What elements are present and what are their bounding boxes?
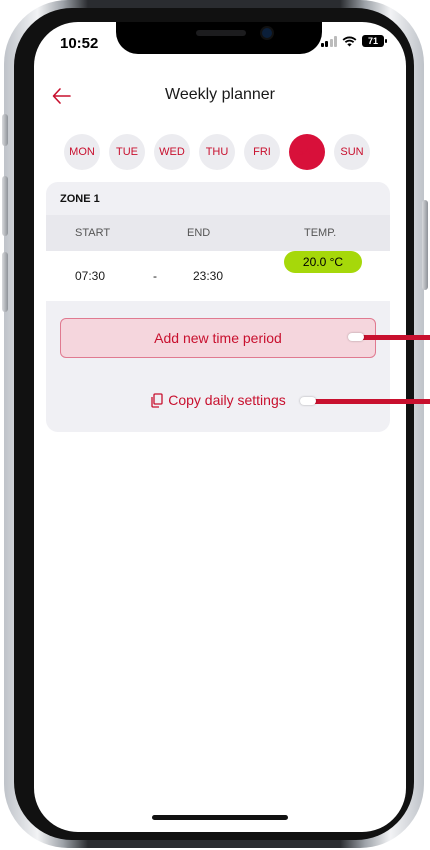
day-fri-button[interactable]: FRI bbox=[244, 134, 280, 170]
page-title: Weekly planner bbox=[165, 86, 275, 103]
add-time-period-label: Add new time period bbox=[154, 330, 282, 346]
column-start: START bbox=[75, 227, 111, 239]
period-start: 07:30 bbox=[75, 269, 106, 283]
camera bbox=[262, 28, 272, 38]
add-button-callout-line bbox=[354, 335, 430, 340]
time-period-row[interactable]: 07:30 - 23:30 20.0 °C bbox=[46, 251, 390, 301]
day-mon-button[interactable]: MON bbox=[64, 134, 100, 170]
signal-icon bbox=[320, 35, 337, 47]
zone-card: ZONE 1 START END TEMP. 07:30 - 23:30 20.… bbox=[46, 182, 390, 432]
zone-title: ZONE 1 bbox=[60, 193, 100, 205]
column-end: END bbox=[187, 227, 211, 239]
mute-switch bbox=[2, 114, 8, 146]
status-time: 10:52 bbox=[60, 35, 99, 52]
status-icons: 71 bbox=[320, 35, 387, 47]
period-end: 23:30 bbox=[193, 269, 224, 283]
period-separator: - bbox=[153, 269, 157, 283]
power-button bbox=[422, 200, 428, 290]
notch bbox=[116, 22, 322, 54]
add-time-period-button[interactable]: Add new time period bbox=[60, 318, 376, 358]
day-thu-button[interactable]: THU bbox=[199, 134, 235, 170]
copy-daily-settings-label: Copy daily settings bbox=[168, 392, 286, 408]
day-selector: MON TUE WED THU FRI SAT SUN bbox=[64, 134, 370, 170]
volume-up-button bbox=[2, 176, 8, 236]
column-temp: TEMP. bbox=[304, 227, 337, 239]
app-screen: 10:52 71 Weekly planner MON TUE WED THU … bbox=[34, 22, 406, 832]
copy-link-callout-line bbox=[306, 399, 430, 404]
wifi-icon bbox=[342, 36, 357, 46]
day-wed-button[interactable]: WED bbox=[154, 134, 190, 170]
volume-down-button bbox=[2, 252, 8, 312]
home-indicator bbox=[152, 815, 288, 820]
day-sat-button[interactable]: SAT bbox=[289, 134, 325, 170]
header: Weekly planner bbox=[34, 82, 406, 112]
battery-icon: 71 bbox=[362, 35, 387, 47]
temperature-badge[interactable]: 20.0 °C bbox=[284, 251, 362, 273]
day-tue-button[interactable]: TUE bbox=[109, 134, 145, 170]
copy-icon bbox=[151, 392, 163, 408]
add-button-callout-dot bbox=[348, 333, 364, 341]
table-header: START END TEMP. bbox=[46, 215, 390, 251]
speaker bbox=[196, 30, 246, 36]
day-sun-button[interactable]: SUN bbox=[334, 134, 370, 170]
copy-link-callout-dot bbox=[300, 397, 316, 405]
